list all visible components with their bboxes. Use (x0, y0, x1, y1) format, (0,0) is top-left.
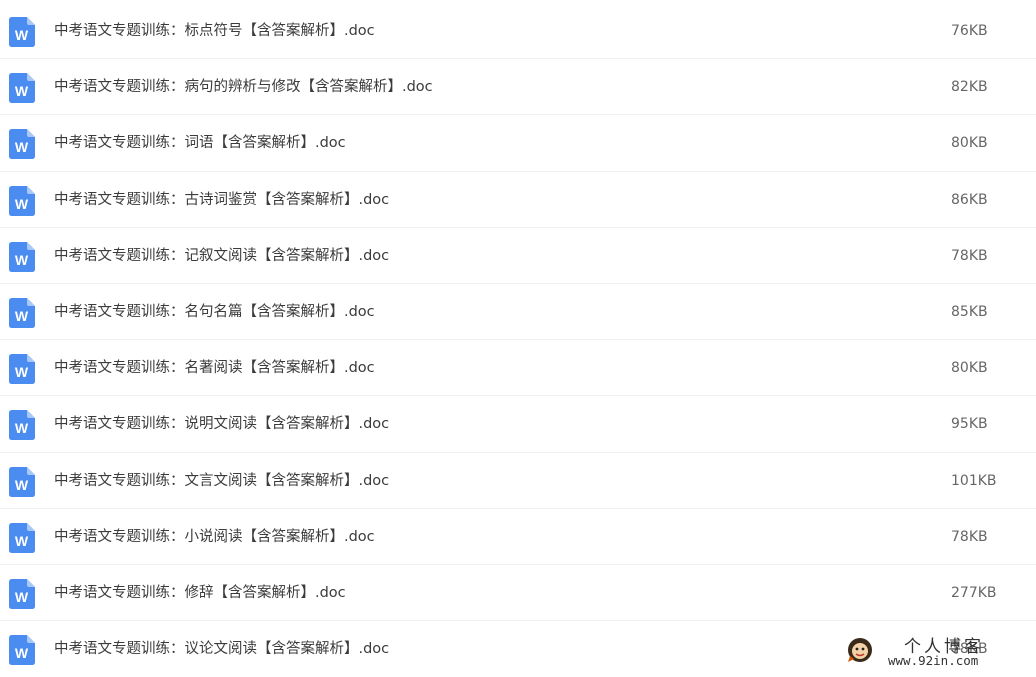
file-size: 80KB (951, 360, 988, 377)
svg-text:W: W (15, 83, 29, 99)
file-size: 80KB (951, 135, 988, 152)
file-size: 101KB (951, 472, 997, 489)
file-size: 277KB (951, 584, 997, 601)
file-name[interactable]: 中考语文专题训练：文言文阅读【含答案解析】.doc (54, 471, 389, 491)
svg-text:W: W (15, 252, 29, 268)
word-doc-icon: W (9, 466, 35, 497)
file-name[interactable]: 中考语文专题训练：古诗词鉴赏【含答案解析】.doc (54, 190, 389, 210)
file-row[interactable]: W 中考语文专题训练：词语【含答案解析】.doc 80KB (0, 115, 1036, 172)
word-doc-icon: W (9, 73, 35, 104)
file-row[interactable]: W 中考语文专题训练：古诗词鉴赏【含答案解析】.doc 86KB (0, 172, 1036, 228)
file-size: 82KB (951, 79, 988, 96)
file-row[interactable]: W 中考语文专题训练：说明文阅读【含答案解析】.doc 95KB (0, 396, 1036, 453)
site-watermark: 个人博客 www.92in.com (842, 632, 1032, 672)
file-row[interactable]: W 中考语文专题训练：小说阅读【含答案解析】.doc 78KB (0, 509, 1036, 565)
file-row[interactable]: W 中考语文专题训练：记叙文阅读【含答案解析】.doc 78KB (0, 228, 1036, 284)
file-size: 86KB (951, 191, 988, 208)
word-doc-icon: W (9, 410, 35, 441)
word-doc-icon: W (9, 354, 35, 385)
file-size: 78KB (951, 528, 988, 545)
svg-text:W: W (15, 645, 29, 661)
word-doc-icon: W (9, 241, 35, 272)
file-name[interactable]: 中考语文专题训练：词语【含答案解析】.doc (54, 133, 346, 153)
file-row[interactable]: W 中考语文专题训练：名著阅读【含答案解析】.doc 80KB (0, 340, 1036, 397)
svg-text:W: W (15, 27, 29, 43)
file-name[interactable]: 中考语文专题训练：名句名篇【含答案解析】.doc (54, 302, 375, 322)
cartoon-avatar-icon (846, 636, 874, 664)
file-size: 78KB (951, 247, 988, 264)
file-size: 85KB (951, 303, 988, 320)
word-doc-icon: W (9, 522, 35, 553)
word-doc-icon: W (9, 578, 35, 609)
word-doc-icon: W (9, 635, 35, 666)
file-row[interactable]: W 中考语文专题训练：标点符号【含答案解析】.doc 76KB (0, 3, 1036, 60)
file-row[interactable]: W 中考语文专题训练：名句名篇【含答案解析】.doc 85KB (0, 284, 1036, 341)
file-row[interactable]: W 中考语文专题训练：病句的辨析与修改【含答案解析】.doc 82KB (0, 59, 1036, 116)
svg-text:W: W (15, 196, 29, 212)
svg-text:W: W (15, 364, 29, 380)
file-name[interactable]: 中考语文专题训练：议论文阅读【含答案解析】.doc (54, 639, 389, 659)
svg-text:W: W (15, 308, 29, 324)
file-name[interactable]: 中考语文专题训练：说明文阅读【含答案解析】.doc (54, 414, 389, 434)
file-size: 95KB (951, 416, 988, 433)
file-name[interactable]: 中考语文专题训练：修辞【含答案解析】.doc (54, 583, 346, 603)
word-doc-icon: W (9, 297, 35, 328)
file-row[interactable]: W 中考语文专题训练：文言文阅读【含答案解析】.doc 101KB (0, 453, 1036, 509)
svg-text:W: W (15, 533, 29, 549)
svg-text:W: W (15, 589, 29, 605)
file-name[interactable]: 中考语文专题训练：记叙文阅读【含答案解析】.doc (54, 246, 389, 266)
file-name[interactable]: 中考语文专题训练：名著阅读【含答案解析】.doc (54, 358, 375, 378)
file-name[interactable]: 中考语文专题训练：病句的辨析与修改【含答案解析】.doc (54, 77, 433, 97)
svg-text:W: W (15, 139, 29, 155)
word-doc-icon: W (9, 185, 35, 216)
file-row[interactable]: W 中考语文专题训练：修辞【含答案解析】.doc 277KB (0, 565, 1036, 622)
file-size: 76KB (951, 23, 988, 39)
svg-text:W: W (15, 477, 29, 493)
svg-text:W: W (15, 420, 29, 436)
watermark-url: www.92in.com (888, 653, 979, 668)
file-name[interactable]: 中考语文专题训练：小说阅读【含答案解析】.doc (54, 527, 375, 547)
word-doc-icon: W (9, 129, 35, 160)
file-name[interactable]: 中考语文专题训练：标点符号【含答案解析】.doc (54, 21, 375, 41)
word-doc-icon: W (9, 17, 35, 47)
file-list: W 中考语文专题训练：标点符号【含答案解析】.doc 76KB W 中考语文专题… (0, 3, 1036, 677)
